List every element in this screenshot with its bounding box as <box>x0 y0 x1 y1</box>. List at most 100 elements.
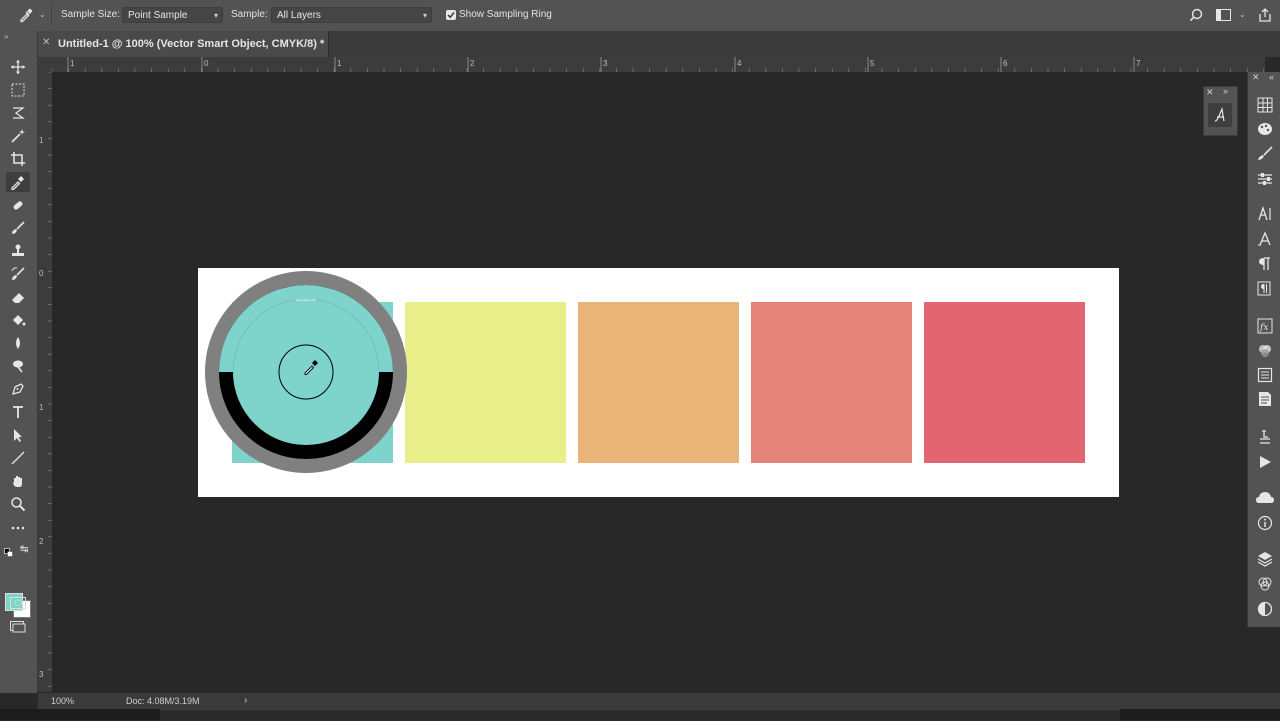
paragraph-styles-icon[interactable] <box>1256 280 1274 298</box>
brush-icon[interactable] <box>6 218 30 238</box>
sample-label: Sample: <box>231 9 268 20</box>
channels-icon[interactable] <box>1256 575 1274 593</box>
path-selection-icon[interactable] <box>6 425 30 445</box>
properties-icon[interactable] <box>1256 366 1274 384</box>
workspace-icon[interactable] <box>1216 9 1232 27</box>
ruler-label: 1 <box>39 136 44 145</box>
ruler-label: 1 <box>337 59 342 68</box>
ruler-origin[interactable] <box>38 57 52 72</box>
ruler-label: 1 <box>39 403 44 412</box>
sample-value: All Layers <box>277 10 321 21</box>
grid-icon[interactable] <box>1256 96 1274 114</box>
move-icon[interactable] <box>6 57 30 77</box>
lasso-icon[interactable] <box>6 103 30 123</box>
color-swatch-pink <box>924 302 1085 463</box>
ruler-label: 0 <box>39 269 44 278</box>
stamp-icon[interactable] <box>6 241 30 261</box>
paint-palette-icon[interactable] <box>1256 120 1274 138</box>
ruler-label: 4 <box>737 59 742 68</box>
ruler-label: 7 <box>1136 59 1141 68</box>
info-icon[interactable] <box>1256 514 1274 532</box>
horizontal-ruler: 1 0 1 2 3 4 5 6 7 <box>52 57 1265 73</box>
status-bar: 100% Doc: 4.08M/3.19M › <box>38 693 1280 709</box>
ruler-label: 3 <box>39 670 44 679</box>
history-brush-icon[interactable] <box>6 264 30 284</box>
preset-dropdown-chevron-icon[interactable]: ⌄ <box>39 10 46 19</box>
screen-mode-icon[interactable] <box>10 620 26 638</box>
expand-dock-icon[interactable]: « <box>1269 72 1274 82</box>
character-panel-collapsed: ✕ » <box>1203 86 1238 136</box>
ruler-label: 2 <box>470 59 475 68</box>
layers-icon[interactable] <box>1256 550 1274 568</box>
ruler-label: 0 <box>204 59 209 68</box>
color-swatch-yellow <box>405 302 566 463</box>
brush-settings-icon[interactable] <box>1256 145 1274 163</box>
close-tab-icon[interactable]: ✕ <box>42 37 50 48</box>
system-dock <box>0 709 1280 721</box>
adjustments-icon[interactable] <box>1256 170 1274 188</box>
show-sampling-ring-checkbox[interactable] <box>446 10 456 20</box>
panel-dock: ✕ « fx <box>1247 72 1280 627</box>
status-menu-chevron-icon[interactable]: › <box>244 695 247 706</box>
show-sampling-ring-label: Show Sampling Ring <box>459 9 552 20</box>
close-panel-icon[interactable]: ✕ <box>1206 87 1214 98</box>
dock-shelf <box>160 709 1120 721</box>
sample-size-value: Point Sample <box>128 10 188 21</box>
glyphs-panel-icon[interactable]: fx <box>1256 317 1274 335</box>
pen-icon[interactable] <box>6 379 30 399</box>
default-colors-icon[interactable] <box>4 545 14 563</box>
chevron-down-icon: ▾ <box>422 11 427 20</box>
chevron-down-icon: ▾ <box>213 11 218 20</box>
ruler-label: 5 <box>870 59 875 68</box>
marquee-icon[interactable] <box>6 80 30 100</box>
eyedropper-preset-icon[interactable] <box>18 7 34 28</box>
sample-size-dropdown[interactable]: Point Sample ▾ <box>122 7 223 23</box>
zoom-level[interactable]: 100% <box>51 696 74 706</box>
quick-mask-icon[interactable] <box>10 596 26 614</box>
document-tab[interactable]: ✕ Untitled-1 @ 100% (Vector Smart Object… <box>38 31 329 57</box>
more-tools-icon[interactable] <box>6 518 30 538</box>
svg-text:fx: fx <box>1259 323 1268 333</box>
type-icon[interactable] <box>6 402 30 422</box>
ruler-label: 6 <box>1003 59 1008 68</box>
paragraph-icon[interactable] <box>1256 255 1274 273</box>
vertical-ruler: 1 0 1 2 3 <box>38 72 53 692</box>
notes-icon[interactable] <box>1256 390 1274 408</box>
sample-dropdown[interactable]: All Layers ▾ <box>271 7 432 23</box>
history-icon[interactable] <box>1256 428 1274 446</box>
blur-icon[interactable] <box>6 333 30 353</box>
expand-panel-icon[interactable]: » <box>1223 86 1228 96</box>
character-styles-icon[interactable] <box>1256 230 1274 248</box>
paint-bucket-icon[interactable] <box>6 310 30 330</box>
eraser-icon[interactable] <box>6 287 30 307</box>
close-dock-icon[interactable]: ✕ <box>1252 72 1260 83</box>
zoom-icon[interactable] <box>6 494 30 514</box>
character-icon[interactable] <box>1256 205 1274 223</box>
libraries-icon[interactable] <box>1256 489 1274 507</box>
crop-icon[interactable] <box>6 149 30 169</box>
color-icon[interactable] <box>1256 342 1274 360</box>
paths-icon[interactable] <box>1256 600 1274 618</box>
dodge-icon[interactable] <box>6 356 30 376</box>
sample-size-label: Sample Size: <box>61 9 120 20</box>
sampling-ring <box>205 271 407 473</box>
eyedropper-icon[interactable] <box>6 172 30 192</box>
document-info: Doc: 4.08M/3.19M <box>126 696 200 706</box>
swap-colors-icon[interactable]: ↹ <box>20 544 28 555</box>
tools-panel: » ↹ <box>0 31 38 693</box>
ruler-label: 1 <box>70 59 75 68</box>
options-bar: ⌄ Sample Size: Point Sample ▾ Sample: Al… <box>0 0 1280 32</box>
collapse-panel-icon[interactable]: » <box>4 32 8 41</box>
magic-wand-icon[interactable] <box>6 126 30 146</box>
search-icon[interactable] <box>1189 8 1203 27</box>
ruler-label: 2 <box>39 537 44 546</box>
ruler-label: 3 <box>603 59 608 68</box>
actions-icon[interactable] <box>1256 453 1274 471</box>
share-icon[interactable] <box>1258 8 1272 27</box>
hand-icon[interactable] <box>6 471 30 491</box>
line-icon[interactable] <box>6 448 30 468</box>
healing-brush-icon[interactable] <box>6 195 30 215</box>
glyphs-icon[interactable] <box>1208 103 1232 127</box>
color-swatch-orange <box>578 302 739 463</box>
workspace-dropdown-chevron-icon[interactable]: ⌄ <box>1239 10 1246 19</box>
